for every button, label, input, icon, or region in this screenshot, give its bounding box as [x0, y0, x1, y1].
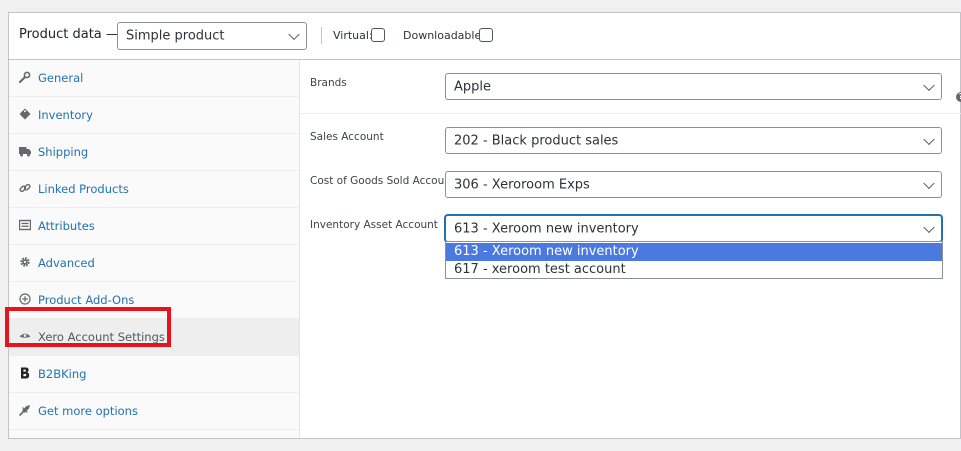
header-divider: [321, 27, 322, 44]
tab-inventory[interactable]: Inventory: [9, 97, 299, 134]
cogs-account-value: 306 - Xeroroom Exps: [454, 177, 590, 192]
tab-label: Get more options: [38, 404, 138, 418]
brands-value: Apple: [454, 79, 492, 94]
tab-general[interactable]: General: [9, 60, 299, 97]
dropdown-option[interactable]: 617 - xeroom test account: [446, 261, 942, 279]
plugin-icon: [19, 405, 30, 416]
chevron-down-icon: [923, 79, 935, 91]
truck-icon: [19, 147, 31, 157]
sales-account-select[interactable]: 202 - Black product sales: [445, 127, 942, 154]
tab-label: Inventory: [38, 108, 93, 122]
tab-label: Shipping: [38, 145, 89, 159]
sales-account-label: Sales Account: [310, 131, 384, 143]
tag-icon: [19, 108, 31, 120]
tab-get-more-options[interactable]: Get more options: [9, 393, 299, 430]
cogs-account-label: Cost of Goods Sold Account: [310, 175, 456, 187]
product-data-label: Product data —: [19, 27, 119, 42]
tab-b2bking[interactable]: B2BKing: [9, 356, 299, 393]
plus-circle-icon: [19, 293, 31, 305]
chevron-down-icon: [923, 221, 935, 233]
b2bking-icon: [21, 367, 30, 379]
list-icon: [19, 219, 31, 231]
product-data-tabs: General Inventory Shipping Linked Produc…: [9, 60, 300, 438]
tab-label: Advanced: [38, 256, 95, 270]
tab-advanced[interactable]: Advanced: [9, 245, 299, 282]
field-divider: [300, 113, 961, 114]
tab-label: General: [38, 71, 84, 85]
downloadable-checkbox[interactable]: [479, 28, 493, 42]
gear-icon: [20, 257, 30, 267]
product-data-header: Product data — Simple product Virtual: D…: [9, 13, 960, 60]
brands-select[interactable]: Apple: [445, 73, 942, 100]
tab-shipping[interactable]: Shipping: [9, 134, 299, 171]
brands-label: Brands: [310, 77, 347, 89]
tab-attributes[interactable]: Attributes: [9, 208, 299, 245]
cogs-account-select[interactable]: 306 - Xeroroom Exps: [445, 171, 942, 198]
dropdown-option[interactable]: 613 - Xeroom new inventory: [446, 243, 942, 261]
help-icon[interactable]: ?: [956, 92, 961, 102]
inventory-asset-account-label: Inventory Asset Account: [310, 219, 438, 231]
wrench-icon: [19, 71, 31, 83]
virtual-checkbox[interactable]: [371, 28, 385, 42]
sales-account-value: 202 - Black product sales: [454, 133, 619, 148]
product-type-value: Simple product: [126, 28, 225, 44]
tab-label: B2BKing: [38, 367, 87, 381]
link-icon: [19, 183, 31, 193]
virtual-label: Virtual:: [333, 29, 373, 42]
product-type-select[interactable]: Simple product: [117, 22, 307, 50]
inventory-asset-account-value: 613 - Xeroom new inventory: [454, 221, 639, 236]
product-data-panel: Product data — Simple product Virtual: D…: [8, 12, 961, 439]
chevron-down-icon: [288, 28, 300, 41]
inventory-asset-account-select[interactable]: 613 - Xeroom new inventory: [445, 215, 942, 242]
tab-linked-products[interactable]: Linked Products: [9, 171, 299, 208]
downloadable-label: Downloadable:: [403, 29, 485, 42]
annotation-highlight-box: [5, 307, 171, 347]
tab-label: Product Add-Ons: [38, 293, 135, 307]
chevron-down-icon: [923, 177, 935, 189]
tab-label: Linked Products: [38, 182, 129, 196]
inventory-asset-account-dropdown: 613 - Xeroom new inventory 617 - xeroom …: [445, 241, 943, 279]
chevron-down-icon: [923, 133, 935, 145]
tab-label: Attributes: [38, 219, 95, 233]
